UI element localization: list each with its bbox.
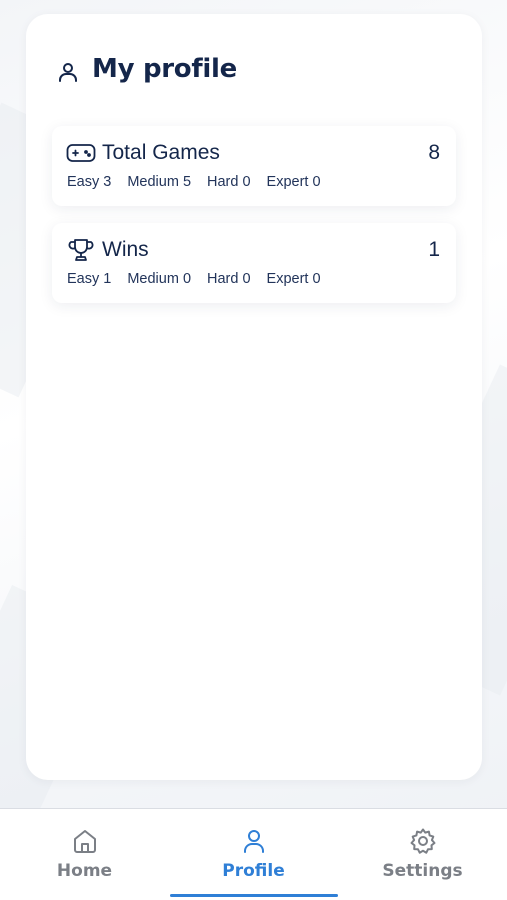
difficulty-easy: Easy 3 [67,174,112,190]
user-icon [243,830,264,853]
tab-label: Settings [382,861,463,881]
gear-icon [410,828,435,854]
difficulty-easy: Easy 1 [67,271,112,287]
tab-label: Home [56,861,113,881]
active-tab-indicator [170,894,338,897]
total-games-card[interactable]: Total Games 8 Easy 3 Medium 5 Hard 0 Exp… [52,126,456,206]
stat-title: Wins [102,238,149,261]
home-icon [73,830,96,853]
bottom-tab-bar: Home Profile Settings [0,808,507,900]
difficulty-breakdown: Easy 1 Medium 0 Hard 0 Expert 0 [67,271,321,287]
tab-label: Profile [222,861,285,881]
stat-title: Total Games [102,141,220,164]
tab-profile[interactable]: Profile [169,809,338,900]
difficulty-medium: Medium 0 [127,271,192,287]
tab-settings[interactable]: Settings [338,809,507,900]
difficulty-expert: Expert 0 [266,174,321,190]
user-icon [59,63,77,82]
stat-count: 8 [428,141,440,164]
tab-home[interactable]: Home [0,809,169,900]
difficulty-medium: Medium 5 [127,174,192,190]
wins-card[interactable]: Wins 1 Easy 1 Medium 0 Hard 0 Expert 0 [52,223,456,303]
gamepad-icon [66,144,96,162]
trophy-icon [68,239,94,261]
profile-header: My profile [56,54,237,84]
difficulty-hard: Hard 0 [207,271,251,287]
difficulty-breakdown: Easy 3 Medium 5 Hard 0 Expert 0 [67,174,321,190]
stat-count: 1 [428,238,440,261]
page-title: My profile [92,54,237,84]
profile-card: My profile Total Games 8 Easy 3 Medium 5… [26,14,482,780]
difficulty-expert: Expert 0 [266,271,321,287]
difficulty-hard: Hard 0 [207,174,251,190]
